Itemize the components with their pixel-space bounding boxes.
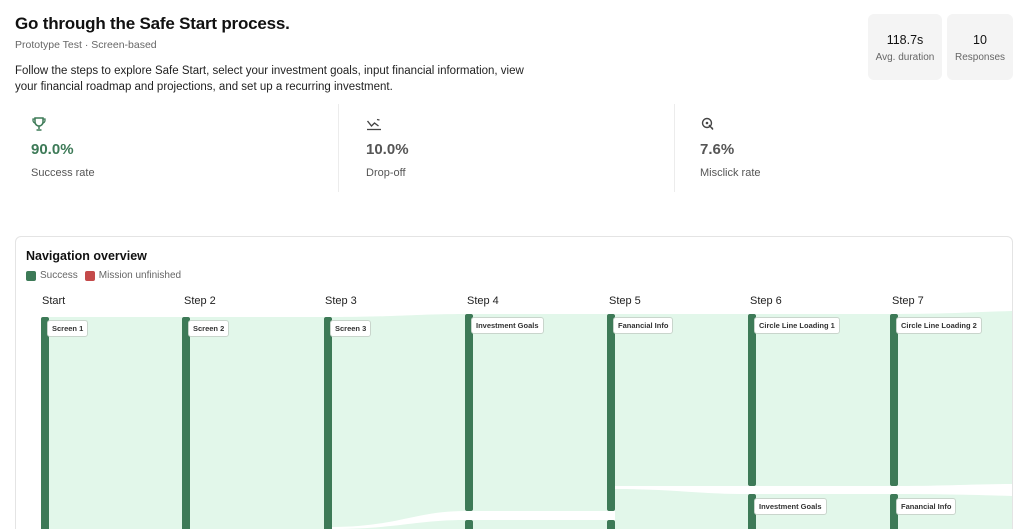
node-label-circle-line-loading-2[interactable]: Circle Line Loading 2 [896, 317, 982, 334]
node-bar-screen-1 [41, 317, 49, 529]
node-bar-screen-2 [182, 317, 190, 529]
misclick-value: 7.6% [700, 141, 735, 158]
responses-value: 10 [973, 33, 987, 47]
node-label-financial-info-step7[interactable]: Fanancial Info [896, 498, 957, 515]
node-bar-circle-line-2 [890, 314, 898, 486]
flow-band-5-6 [615, 314, 748, 486]
node-label-screen-3[interactable]: Screen 3 [330, 320, 372, 337]
node-label-investment-goals-step6[interactable]: Investment Goals [754, 498, 827, 515]
navigation-overview: Navigation overview Success Mission unfi… [15, 236, 1013, 529]
flow-band-4-5b [473, 520, 607, 529]
task-description: Follow the steps to explore Safe Start, … [15, 65, 524, 93]
node-bar-financial-info [607, 314, 615, 511]
node-bar-financial-info-b [607, 520, 615, 529]
cursor-click-icon [701, 117, 714, 130]
avg-duration-card: 118.7s Avg. duration [868, 14, 942, 80]
misclick-label: Misclick rate [700, 167, 761, 179]
node-label-circle-line-loading-1[interactable]: Circle Line Loading 1 [754, 317, 840, 334]
node-label-screen-1[interactable]: Screen 1 [47, 320, 89, 337]
metric-divider [338, 104, 339, 192]
page-subtitle: Prototype Test · Screen-based [15, 39, 157, 51]
success-rate-label: Success rate [31, 167, 95, 179]
task-header: Go through the Safe Start process. Proto… [15, 14, 575, 95]
flow-band-3-4 [332, 314, 465, 527]
flow-band-6-7 [756, 314, 890, 486]
success-rate-value: 90.0% [31, 141, 74, 158]
trophy-icon [32, 117, 46, 131]
avg-duration-value: 118.7s [886, 33, 924, 47]
responses-card: 10 Responses [947, 14, 1013, 80]
navigation-sankey [41, 311, 1012, 529]
dropoff-value: 10.0% [366, 141, 409, 158]
node-bar-screen-3 [324, 317, 332, 529]
flow-band-1-2 [49, 317, 182, 529]
responses-label: Responses [954, 52, 1006, 63]
metric-divider [674, 104, 675, 192]
node-bar-circle-line-1 [748, 314, 756, 486]
trend-down-icon [366, 118, 381, 131]
flow-band-5-6b [615, 489, 748, 529]
node-label-investment-goals[interactable]: Investment Goals [471, 317, 544, 334]
node-bar-investment-goals-b [465, 520, 473, 529]
page-title: Go through the Safe Start process. [15, 14, 290, 33]
flow-band-7-out [898, 311, 1012, 486]
dropoff-label: Drop-off [366, 167, 406, 179]
node-bar-investment-goals [465, 314, 473, 511]
flow-band-2-3 [190, 317, 324, 529]
node-label-screen-2[interactable]: Screen 2 [188, 320, 230, 337]
flow-band-4-5 [473, 314, 607, 511]
avg-duration-label: Avg. duration [875, 52, 935, 63]
node-label-financial-info[interactable]: Fanancial Info [613, 317, 674, 334]
